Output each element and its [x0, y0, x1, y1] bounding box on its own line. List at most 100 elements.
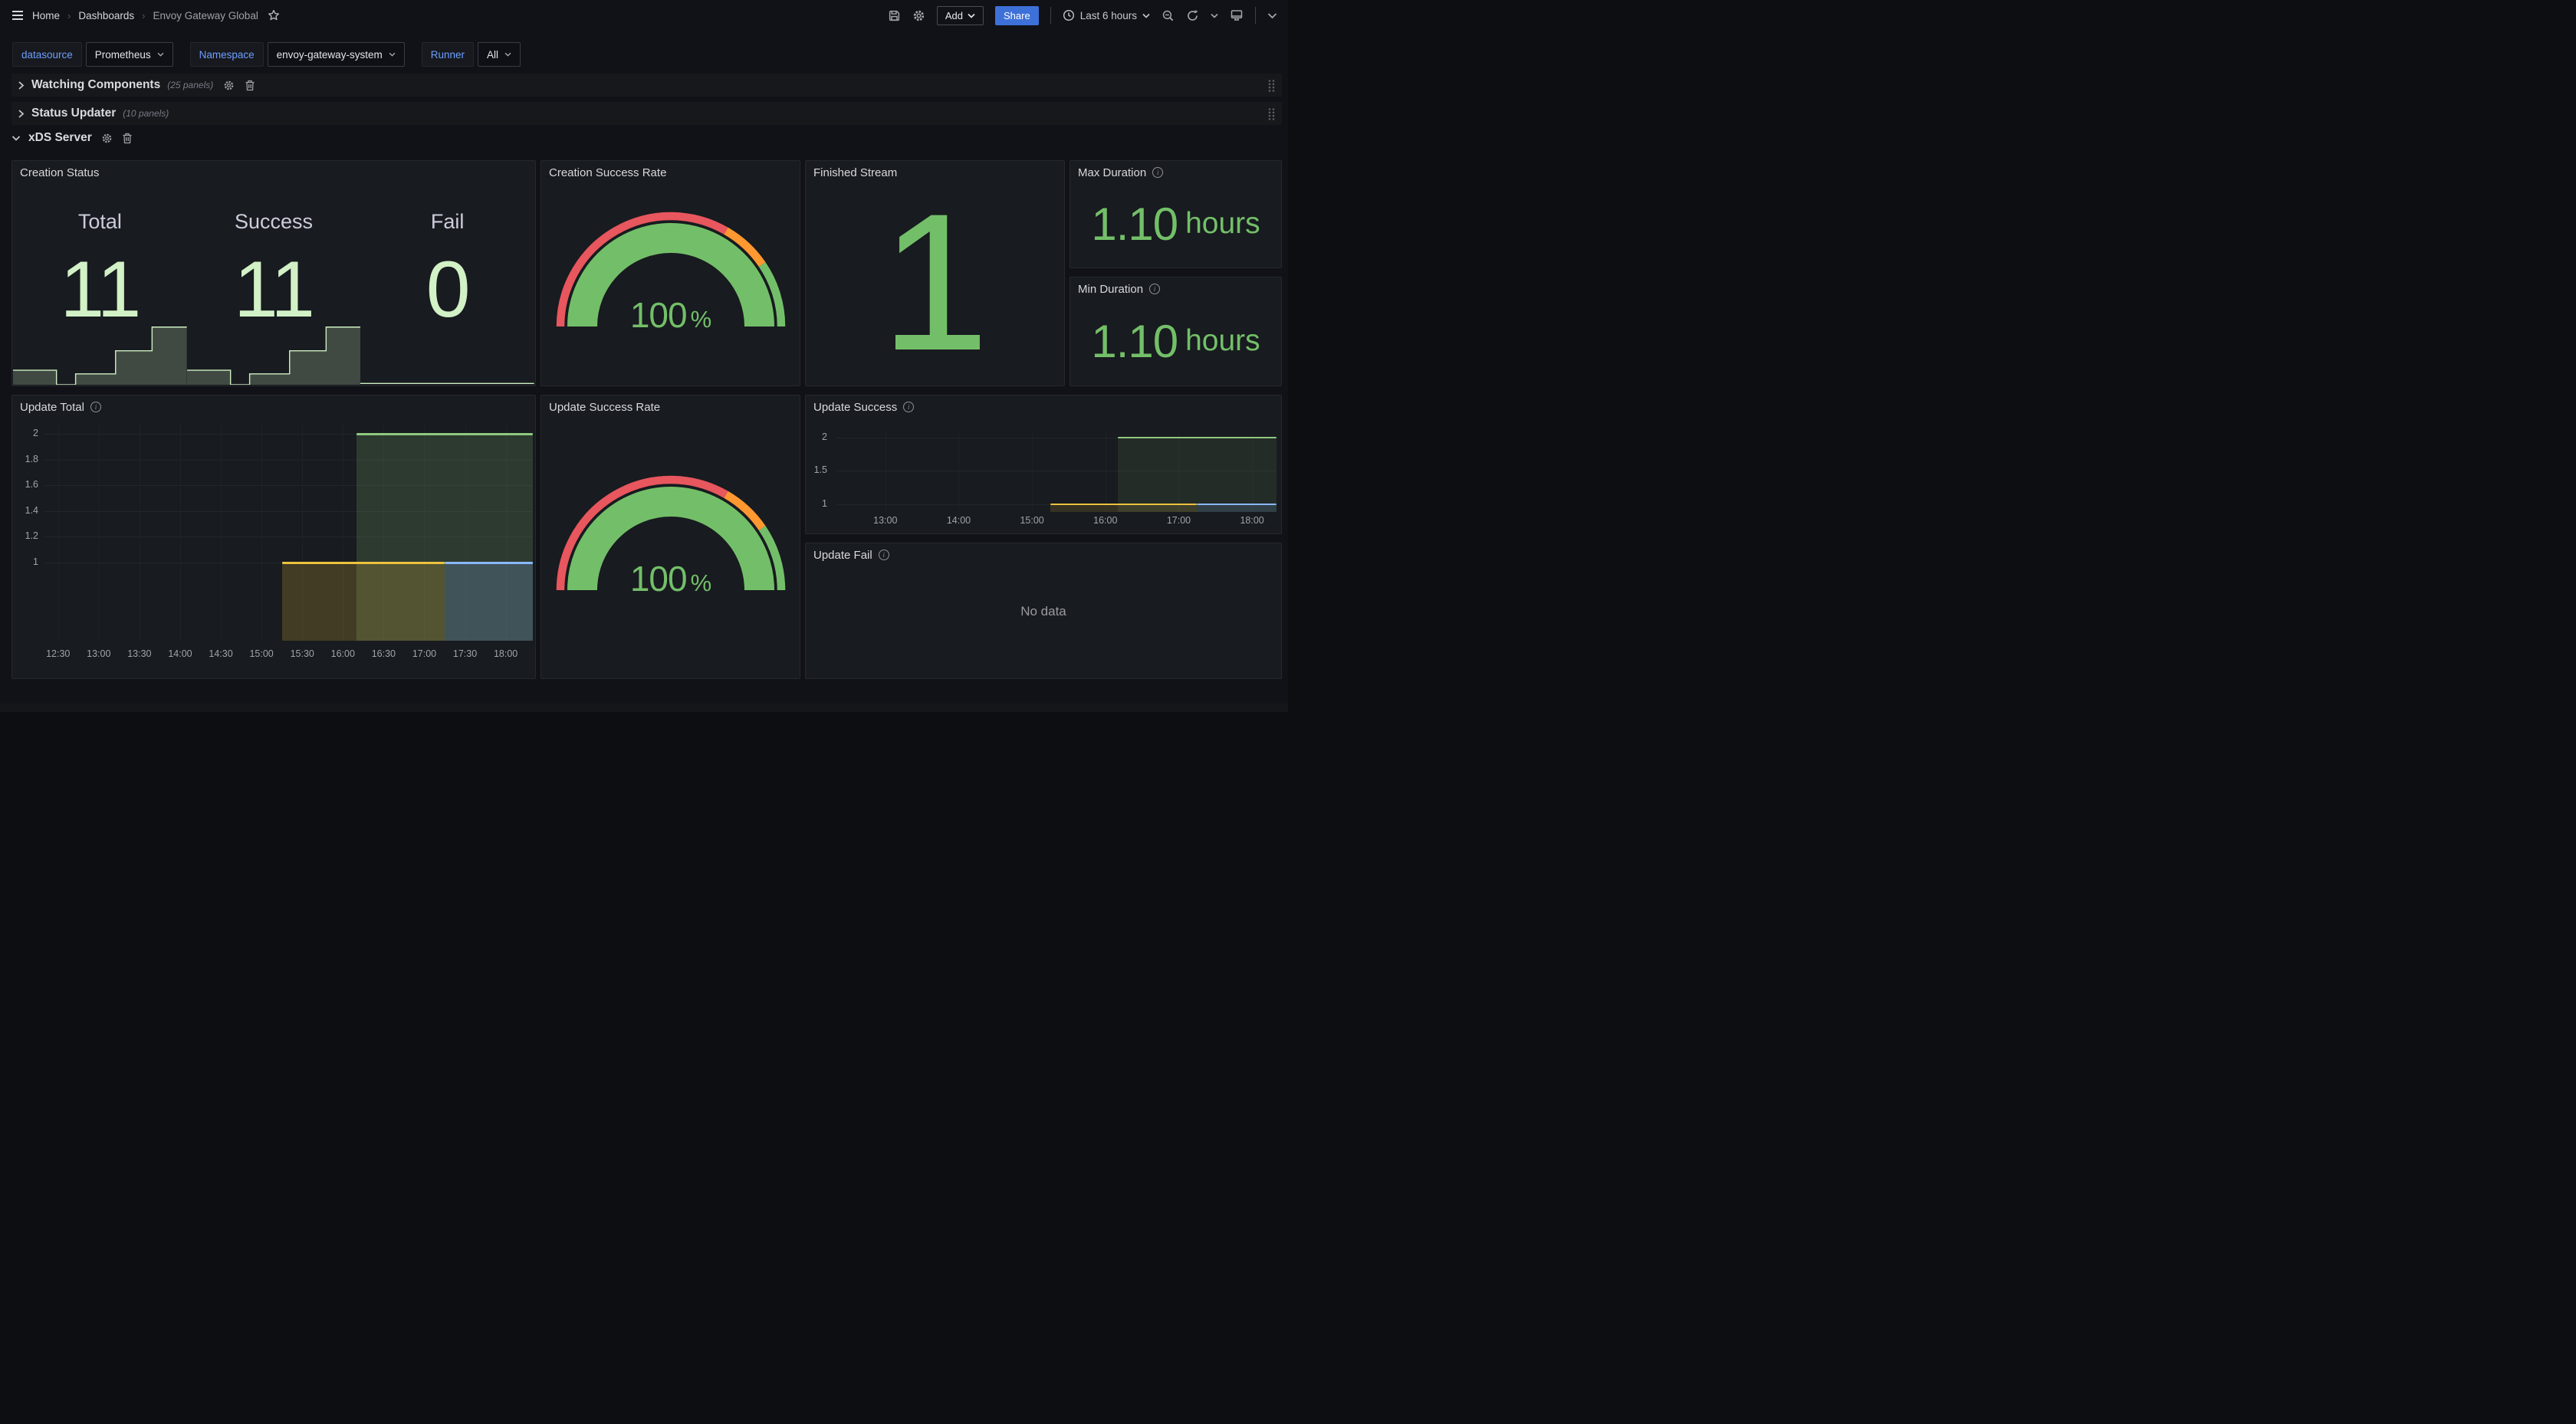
toolbar-collapse-chevron-icon[interactable]: [1267, 12, 1277, 19]
variable-datasource-selected: Prometheus: [95, 49, 151, 61]
variables-bar: datasource Prometheus Namespace envoy-ga…: [12, 42, 521, 67]
row-drag-grip-icon[interactable]: [1267, 79, 1276, 92]
panel-title[interactable]: Update Success Rate: [549, 401, 660, 414]
row-title[interactable]: xDS Server: [28, 131, 92, 145]
kiosk-monitor-icon[interactable]: [1230, 8, 1244, 22]
clock-icon: [1063, 9, 1075, 21]
info-icon[interactable]: i: [1152, 167, 1163, 178]
x-axis-tick: 13:00: [873, 515, 897, 526]
row-status-updater[interactable]: Status Updater (10 panels): [12, 102, 1282, 125]
series-yellow-line: [1050, 504, 1197, 505]
row-watching-components[interactable]: Watching Components (25 panels): [12, 74, 1282, 97]
variable-datasource-value[interactable]: Prometheus: [86, 42, 173, 67]
panel-header[interactable]: Min Duration i: [1070, 277, 1281, 297]
x-axis: 13:00 14:00 15:00 16:00 17:00 18:00: [836, 515, 1276, 527]
gauge-chart: 100%: [556, 212, 786, 331]
info-icon[interactable]: i: [1149, 284, 1160, 294]
row-xds-server[interactable]: xDS Server: [12, 127, 133, 149]
variable-namespace-label[interactable]: Namespace: [190, 42, 264, 67]
panel-title[interactable]: Update Total: [20, 401, 84, 414]
row-title[interactable]: Watching Components: [31, 78, 160, 92]
panel-title[interactable]: Creation Status: [20, 166, 99, 179]
y-axis-tick: 1.2: [12, 530, 38, 541]
gauge-value: 100%: [556, 558, 786, 599]
breadcrumb-dashboards[interactable]: Dashboards: [78, 10, 134, 21]
x-axis-tick: 16:00: [1093, 515, 1117, 526]
row-settings-gear-icon[interactable]: [223, 80, 235, 91]
row-title[interactable]: Status Updater: [31, 107, 116, 120]
panel-title[interactable]: Update Success: [813, 401, 897, 414]
breadcrumb-separator: ›: [142, 10, 145, 21]
chevron-down-icon: [157, 52, 164, 57]
chevron-down-icon: [389, 52, 396, 57]
duration-stat: 1.10 hours: [1071, 181, 1280, 267]
time-series-plot[interactable]: [836, 432, 1276, 512]
series-yellow-line: [282, 562, 445, 564]
info-icon[interactable]: i: [90, 402, 101, 412]
favorite-star-icon[interactable]: [268, 9, 280, 21]
variable-namespace-selected: envoy-gateway-system: [277, 49, 383, 61]
dashboard-settings-gear-icon[interactable]: [912, 9, 925, 22]
x-axis-tick: 17:00: [1167, 515, 1191, 526]
panel-header[interactable]: Update Success i: [806, 395, 1281, 415]
panel-header[interactable]: Update Success Rate: [541, 395, 800, 415]
info-icon[interactable]: i: [879, 550, 889, 560]
y-axis-tick: 2: [12, 428, 38, 438]
x-axis-tick: 14:00: [947, 515, 971, 526]
y-axis-tick: 1.6: [12, 479, 38, 490]
panel-title[interactable]: Update Fail: [813, 549, 872, 562]
chevron-down-icon: [504, 52, 511, 57]
panel-creation-status: Creation Status Total 11 Success 11: [12, 160, 536, 386]
gauge-value-number: 100: [630, 295, 687, 335]
gauge-value-unit: %: [691, 569, 711, 596]
time-range-picker[interactable]: Last 6 hours: [1063, 9, 1150, 21]
x-axis-tick: 16:30: [372, 648, 396, 659]
row-delete-trash-icon[interactable]: [245, 80, 255, 91]
breadcrumb-home[interactable]: Home: [32, 10, 60, 21]
refresh-icon[interactable]: [1186, 9, 1199, 22]
panel-header[interactable]: Creation Success Rate: [541, 161, 800, 181]
panel-update-total: Update Total i 2 1.8 1.6 1.4 1.2 1 12:30…: [12, 395, 536, 679]
series-blue-fill: [1197, 505, 1276, 512]
y-axis-tick: 1.5: [806, 464, 827, 475]
panel-finished-stream: Finished Stream 1: [805, 160, 1065, 386]
chevron-right-icon: [18, 109, 25, 119]
hamburger-menu-icon[interactable]: [11, 8, 25, 22]
toolbar-divider: [1255, 7, 1256, 24]
stat-value: 1: [881, 205, 990, 361]
x-axis: 12:30 13:00 13:30 14:00 14:30 15:00 15:3…: [44, 648, 533, 661]
panel-header[interactable]: Update Total i: [12, 395, 535, 415]
save-dashboard-icon[interactable]: [888, 9, 901, 22]
stat-row: Total 11 Success 11 Fail 0: [13, 181, 534, 385]
share-button[interactable]: Share: [995, 6, 1039, 25]
gauge-chart: 100%: [556, 475, 786, 595]
duration-stat: 1.10 hours: [1071, 297, 1280, 385]
row-delete-trash-icon[interactable]: [122, 133, 133, 144]
variable-runner-label[interactable]: Runner: [422, 42, 474, 67]
zoom-out-time-icon[interactable]: [1162, 9, 1175, 22]
info-icon[interactable]: i: [903, 402, 914, 412]
panel-update-fail: Update Fail i No data: [805, 543, 1282, 679]
x-axis-tick: 14:00: [168, 648, 192, 659]
panel-title[interactable]: Min Duration: [1078, 283, 1143, 296]
variable-runner-value[interactable]: All: [478, 42, 521, 67]
variable-namespace-value[interactable]: envoy-gateway-system: [268, 42, 405, 67]
row-settings-gear-icon[interactable]: [101, 133, 113, 144]
add-button[interactable]: Add: [937, 6, 984, 25]
panel-max-duration: Max Duration i 1.10 hours: [1070, 160, 1282, 268]
stat-label: Total: [13, 210, 187, 234]
panel-update-success: Update Success i 2 1.5 1 13:00 14:00 15:…: [805, 395, 1282, 534]
panel-header[interactable]: Max Duration i: [1070, 161, 1281, 181]
panel-title[interactable]: Max Duration: [1078, 166, 1146, 179]
panel-title[interactable]: Creation Success Rate: [549, 166, 666, 179]
row-panel-count: (25 panels): [167, 80, 213, 90]
y-axis-tick: 1.8: [12, 454, 38, 464]
panel-header[interactable]: Update Fail i: [806, 543, 1281, 563]
chevron-down-icon: [968, 13, 975, 18]
big-stat: 1: [807, 181, 1063, 385]
variable-datasource-label[interactable]: datasource: [12, 42, 82, 67]
panel-header[interactable]: Creation Status: [12, 161, 535, 181]
refresh-interval-chevron-icon[interactable]: [1211, 13, 1218, 18]
row-drag-grip-icon[interactable]: [1267, 107, 1276, 120]
time-series-plot[interactable]: [44, 425, 533, 641]
